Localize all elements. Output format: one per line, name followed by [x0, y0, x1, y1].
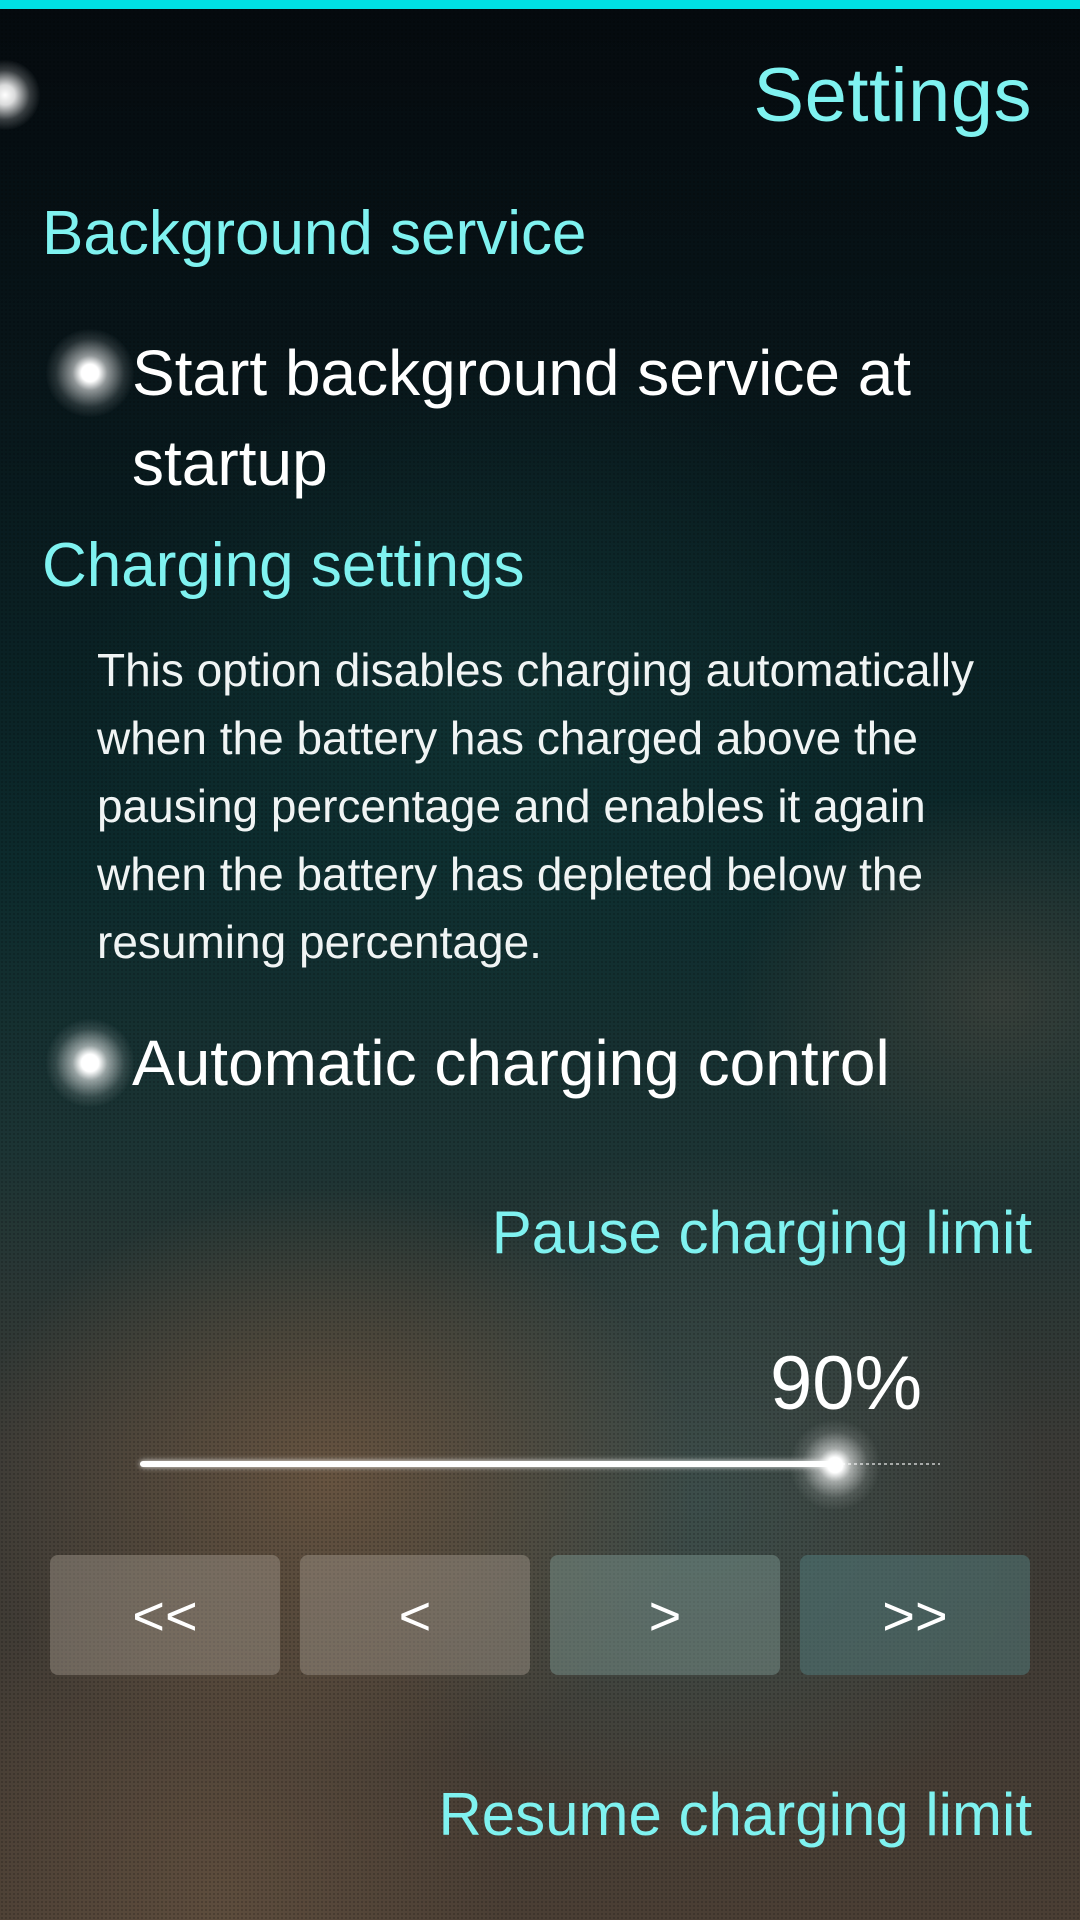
- pause-limit-slider[interactable]: [140, 1420, 940, 1510]
- automatic-charging-control-switch[interactable]: Automatic charging control: [20, 1018, 970, 1110]
- decrease-large-button[interactable]: <<: [50, 1555, 280, 1675]
- pause-limit-value: 90%: [770, 1341, 923, 1426]
- pause-limit-label: Pause charging limit: [491, 1199, 1032, 1266]
- page-title: Settings: [753, 53, 1032, 138]
- charging-description: This option disables charging automatica…: [97, 644, 975, 968]
- top-accent-bar: [0, 0, 1080, 9]
- automatic-charging-control-label: Automatic charging control: [132, 1027, 890, 1099]
- decrease-button[interactable]: <: [300, 1555, 530, 1675]
- resume-limit-label: Resume charging limit: [438, 1781, 1032, 1848]
- slider-handle[interactable]: [790, 1420, 880, 1510]
- slider-track-fill: [140, 1461, 835, 1467]
- pulley-menu-indicator: [0, 60, 40, 130]
- increase-button[interactable]: >: [550, 1555, 780, 1675]
- switch-indicator-icon: [46, 329, 134, 417]
- section-header-charging-settings: Charging settings: [42, 531, 525, 600]
- start-at-startup-switch[interactable]: Start background service at startup: [20, 328, 970, 508]
- increase-large-button[interactable]: >>: [800, 1555, 1030, 1675]
- switch-indicator-icon: [46, 1019, 134, 1107]
- start-at-startup-label: Start background service at startup: [132, 337, 912, 499]
- section-header-background-service: Background service: [42, 199, 587, 268]
